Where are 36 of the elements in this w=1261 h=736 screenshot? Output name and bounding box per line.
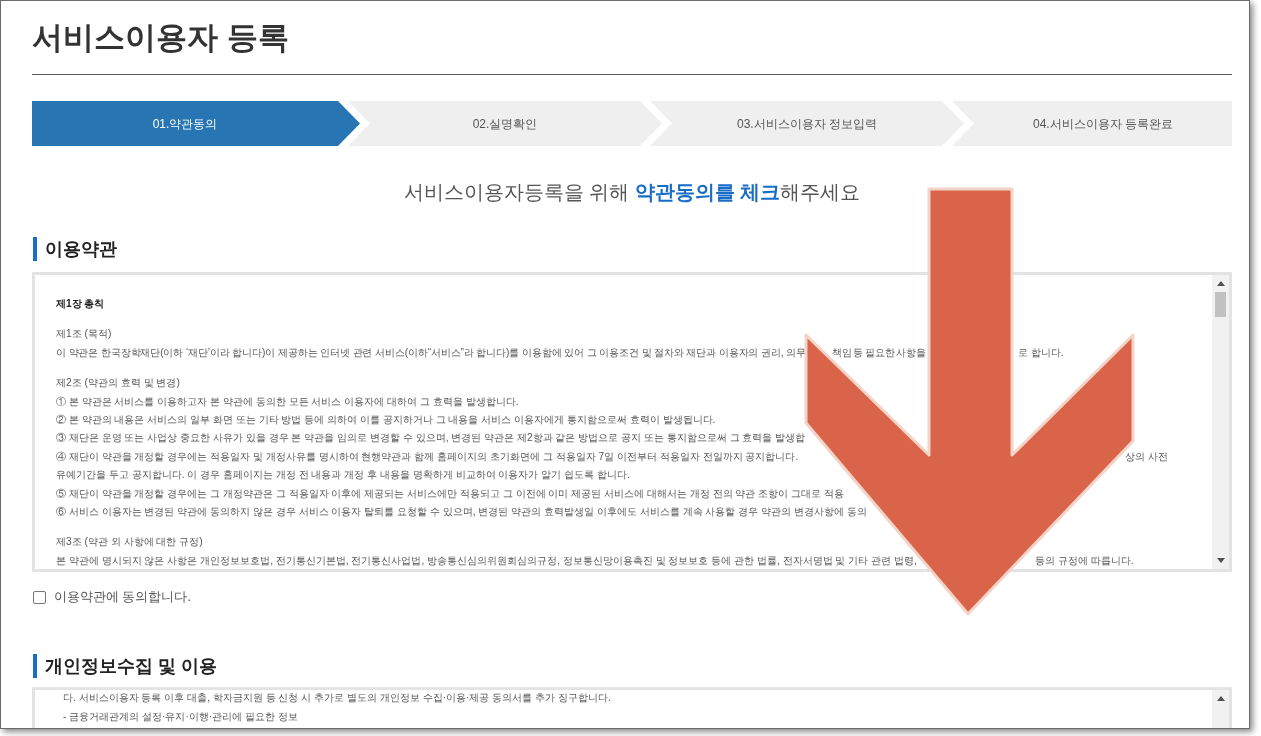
terms-text: 유예기간을 두고 공지합니다. 이 경우 홈페이지는 개정 전 내용과 개정 후 내용을 명확하게 비교하여 이용자가 알기 쉽도록 합니다. [56, 469, 630, 481]
progress-step: 04.서비스이용자 등록완료 [952, 101, 1232, 146]
instruction-text: 서비스이용자등록을 위해 약관동의를 체크해주세요 [403, 180, 861, 205]
article-heading: 제2조 (약관의 효력 및 변경) [56, 377, 180, 389]
scroll-down-arrow-icon[interactable] [1216, 558, 1225, 563]
terms-text: ① 본 약관은 서비스를 이용하고자 본 약관에 동의한 모든 서비스 이용자에 대하여 그 효력을 발생합니다. [56, 395, 519, 407]
progress-step: 01.약관동의 [32, 101, 360, 146]
progress-step: 02.실명확인 [348, 101, 662, 146]
terms-text: 이 약관은 한국장학재단(이하 ‘재단’이라 합니다)이 제공하는 인터넷 관련 서비스(이하“서비스”라 합니다)를 이용함에 있어 그 이용조건 및 절차와 재단과 이용자의 권리, 의무 [56, 346, 806, 358]
progress-step: 03.서비스이용자 정보입력 [650, 101, 964, 146]
article-heading: 제1조 (목적) [56, 328, 112, 340]
terms-text: 본 약관에 명시되지 않은 사항은 개인정보보호법, 전기통신기본법, 전기통신사업법, 방송통신심의위원회심의규정, 정보통신망이용촉진 및 정보보호 등에 관한 법률, 전자서명법 및 기타 관련 법령, [56, 554, 917, 566]
chapter-heading: 제1장 총칙 [56, 298, 105, 309]
privacy-text: - 금융거래관계의 설정·유지·이행·관리에 필요한 정보 [63, 711, 298, 722]
terms-text: ③ 재단은 운영 또는 사업상 중요한 사유가 있을 경우 본 약관을 임의로 변경할 수 있으며, 변경된 약관은 제2항과 같은 방법으로 공지 또는 통지함으로써 그 효력을 발생합 [56, 432, 806, 444]
page-title: 서비스이용자 등록 [32, 20, 289, 56]
terms-text: 책임 등 필요한 사항을 [832, 346, 926, 358]
terms-text: ⑤ 재단이 약관을 개정할 경우에는 그 개정약관은 그 적용일자 이후에 제공되는 서비스에만 적용되고 그 이전에 이미 제공된 서비스에 대해서는 개정 전의 약관 조항이 그대로 적용 [56, 487, 844, 499]
terms-text: 로 합니다. [1018, 346, 1064, 358]
section-marker-icon [33, 237, 37, 261]
privacy-text: 다. 서비스이용자 등록 이후 대출, 학자금지원 등 신청 시 추가로 별도의 개인정보 수집·이용·제공 동의서를 추가 징구합니다. [63, 692, 611, 703]
scroll-up-arrow-icon[interactable] [1216, 696, 1225, 701]
checkbox-label[interactable]: 이용약관에 동의합니다. [54, 587, 191, 607]
checkbox[interactable] [33, 590, 46, 604]
section-heading: 이용약관 [45, 238, 117, 261]
article-heading: 제3조 (약관 외 사항에 대한 규정) [56, 536, 203, 548]
terms-text: 등의 규정에 따릅니다. [1035, 554, 1134, 566]
terms-text: 상의 사전 [1125, 450, 1168, 462]
scrollbar-thumb[interactable] [1215, 292, 1226, 317]
scrollbar[interactable] [1212, 275, 1229, 569]
terms-text: ④ 재단이 약관을 개정할 경우에는 적용일자 및 개정사유를 명시하여 현행약관과 함께 홈페이지의 초기화면에 그 적용일자 7일 이전부터 적용일자 전일까지 공지합니다. [56, 450, 799, 462]
terms-text: ② 본 약관의 내용은 서비스의 일부 화면 또는 기타 방법 등에 의하여 이를 공지하거나 그 내용을 서비스 이용자에게 통지함으로써 효력이 발생됩니다. [56, 414, 716, 426]
terms-text: ⑥ 서비스 이용자는 변경된 약관에 동의하지 않은 경우 서비스 이용자 탈퇴를 요청할 수 있으며, 변경된 약관의 효력발생일 이후에도 서비스를 계속 사용할 경우 약관의 변경사항에 동의 [56, 506, 867, 518]
scroll-up-arrow-icon[interactable] [1216, 281, 1225, 286]
section-marker-icon [33, 654, 37, 678]
section-heading: 개인정보수집 및 이용 [45, 655, 217, 678]
